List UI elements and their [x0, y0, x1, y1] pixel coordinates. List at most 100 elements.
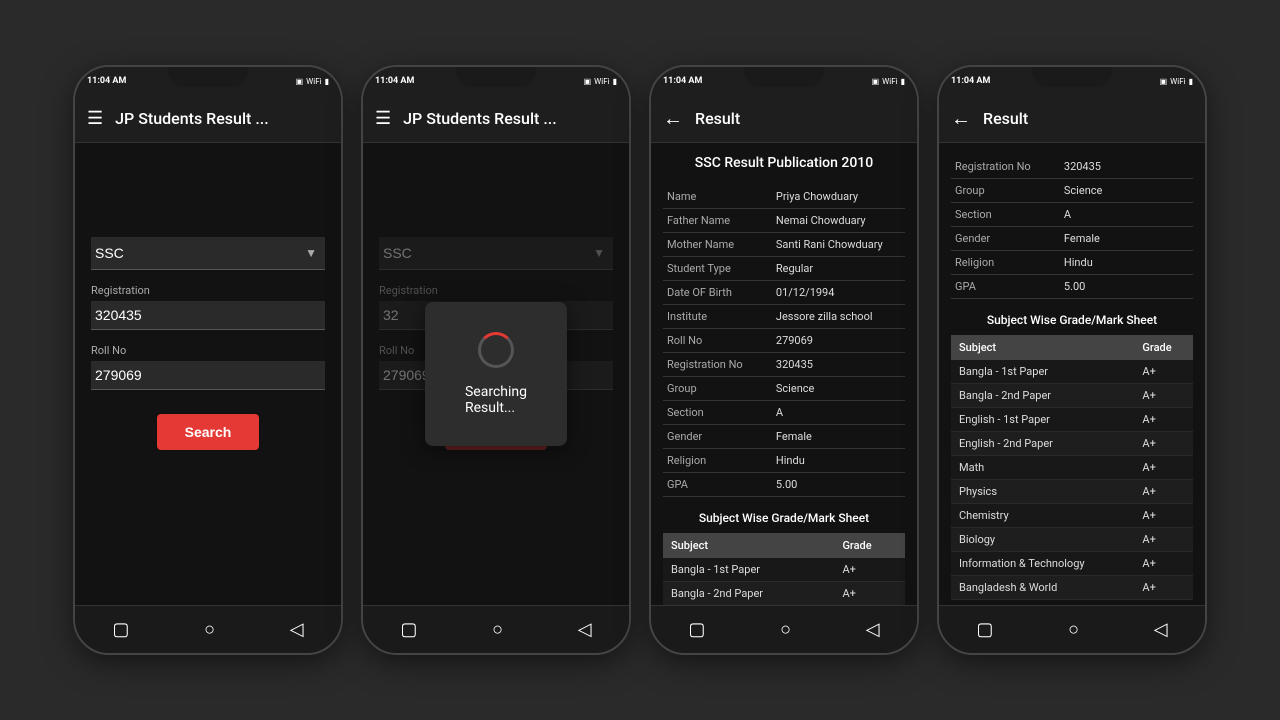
info-value: Santi Rani Chowduary	[772, 233, 905, 257]
table-row: Registration No320435	[951, 155, 1193, 179]
grade-value: A+	[1134, 456, 1193, 480]
info-value: Jessore zilla school	[772, 305, 905, 329]
app-bar-1: ☰ JP Students Result ...	[75, 95, 341, 143]
info-label: GPA	[663, 473, 772, 497]
grade-value: A+	[1134, 504, 1193, 528]
info-value: Hindu	[772, 449, 905, 473]
phone4-content: Registration No320435GroupScienceSection…	[939, 143, 1205, 605]
info-label: Group	[951, 179, 1060, 203]
roll-input-1[interactable]	[91, 361, 325, 390]
info-value: Priya Chowduary	[772, 185, 905, 209]
grade-subject: Bangla - 2nd Paper	[663, 582, 834, 606]
grade-table-4: Subject Grade Bangla - 1st PaperA+Bangla…	[951, 335, 1193, 600]
battery-icon-4: ▮	[1189, 77, 1193, 86]
searching-overlay: Searching Result...	[425, 302, 567, 446]
app-bar-3: ← Result	[651, 95, 917, 143]
table-row: English - 1st PaperA+	[951, 408, 1193, 432]
grade-col-grade-3: Grade	[834, 533, 905, 558]
exam-select-2[interactable]: SSC	[379, 237, 613, 269]
status-bar-2: 11:04 AM ▣ WiFi ▮	[363, 67, 629, 95]
status-icons-3: ▣ WiFi ▮	[872, 77, 905, 86]
bottom-nav-1: ▢ ○ ◁	[75, 605, 341, 653]
result-publication-title: SSC Result Publication 2010	[663, 155, 905, 171]
circle-nav-4[interactable]: ○	[1060, 611, 1087, 648]
back-nav-2[interactable]: ◁	[570, 611, 600, 648]
exam-select-1[interactable]: SSC HSC JSC	[91, 237, 325, 269]
table-row: English - 2nd PaperA+	[951, 432, 1193, 456]
phone-2: 11:04 AM ▣ WiFi ▮ ☰ JP Students Result .…	[361, 65, 631, 655]
exam-field-2: SSC ▼	[379, 237, 613, 270]
info-label: Roll No	[663, 329, 772, 353]
phones-container: 11:04 AM ▣ WiFi ▮ ☰ JP Students Result .…	[53, 45, 1227, 675]
table-row: Mother NameSanti Rani Chowduary	[663, 233, 905, 257]
back-icon-3[interactable]: ←	[663, 106, 683, 131]
circle-nav-3[interactable]: ○	[772, 611, 799, 648]
square-nav-2[interactable]: ▢	[392, 611, 425, 648]
wifi-icon-3: WiFi	[882, 77, 897, 86]
result-form-3: SSC Result Publication 2010 NamePriya Ch…	[651, 143, 917, 605]
square-nav-3[interactable]: ▢	[680, 611, 713, 648]
info-value: Science	[1060, 179, 1193, 203]
notification-icon: ▣	[296, 77, 304, 86]
grade-subject: Bangla - 1st Paper	[951, 360, 1134, 384]
exam-field-1: SSC HSC JSC ▼	[91, 237, 325, 270]
grade-subject: Biology	[951, 528, 1134, 552]
square-nav-4[interactable]: ▢	[968, 611, 1001, 648]
info-value: Nemai Chowduary	[772, 209, 905, 233]
grade-subject: English - 1st Paper	[951, 408, 1134, 432]
info-value: Science	[772, 377, 905, 401]
student-info-table-4: Registration No320435GroupScienceSection…	[951, 155, 1193, 299]
grade-value: A+	[1134, 528, 1193, 552]
hamburger-icon-2[interactable]: ☰	[375, 108, 391, 129]
registration-field-1: Registration	[91, 284, 325, 330]
table-row: GenderFemale	[951, 227, 1193, 251]
battery-icon-3: ▮	[901, 77, 905, 86]
info-value: 5.00	[772, 473, 905, 497]
info-value: Hindu	[1060, 251, 1193, 275]
back-nav-3[interactable]: ◁	[858, 611, 888, 648]
search-button-1[interactable]: Search	[157, 414, 260, 450]
registration-input-1[interactable]	[91, 301, 325, 330]
grade-subject: Chemistry	[951, 504, 1134, 528]
table-row: PhysicsA+	[951, 480, 1193, 504]
info-value: A	[1060, 203, 1193, 227]
info-label: Name	[663, 185, 772, 209]
grade-value: A+	[834, 558, 905, 582]
phone2-content: SSC ▼ Registration Roll No Search Sear	[363, 143, 629, 605]
app-title-1: JP Students Result ...	[115, 109, 269, 128]
info-value: 279069	[772, 329, 905, 353]
exam-select-wrapper-1[interactable]: SSC HSC JSC ▼	[91, 237, 325, 270]
back-icon-4[interactable]: ←	[951, 106, 971, 131]
wifi-icon: WiFi	[306, 77, 321, 86]
square-nav-1[interactable]: ▢	[104, 611, 137, 648]
notification-icon-3: ▣	[872, 77, 880, 86]
table-row: Information & TechnologyA+	[951, 552, 1193, 576]
circle-nav-2[interactable]: ○	[484, 611, 511, 648]
info-label: Gender	[951, 227, 1060, 251]
back-nav-4[interactable]: ◁	[1146, 611, 1176, 648]
bottom-nav-4: ▢ ○ ◁	[939, 605, 1205, 653]
status-icons-2: ▣ WiFi ▮	[584, 77, 617, 86]
grade-value: A+	[1134, 408, 1193, 432]
phone-3: 11:04 AM ▣ WiFi ▮ ← Result SSC Result Pu…	[649, 65, 919, 655]
grade-subject: Bangla - 2nd Paper	[951, 384, 1134, 408]
grade-col-subject-4: Subject	[951, 335, 1134, 360]
table-row: Bangla - 1st PaperA+	[663, 558, 905, 582]
grade-sheet-title-3: Subject Wise Grade/Mark Sheet	[663, 511, 905, 525]
phone1-content: SSC HSC JSC ▼ Registration Roll No Searc…	[75, 143, 341, 605]
exam-select-wrapper-2[interactable]: SSC ▼	[379, 237, 613, 270]
grade-value: A+	[1134, 576, 1193, 600]
table-row: SectionA	[663, 401, 905, 425]
table-row: Roll No279069	[663, 329, 905, 353]
info-label: Religion	[951, 251, 1060, 275]
back-nav-1[interactable]: ◁	[282, 611, 312, 648]
table-row: Bangla - 2nd PaperA+	[951, 384, 1193, 408]
table-row: GenderFemale	[663, 425, 905, 449]
info-value: Female	[1060, 227, 1193, 251]
table-row: SectionA	[951, 203, 1193, 227]
circle-nav-1[interactable]: ○	[196, 611, 223, 648]
table-row: GroupScience	[663, 377, 905, 401]
info-label: Gender	[663, 425, 772, 449]
hamburger-icon-1[interactable]: ☰	[87, 108, 103, 129]
table-row: Date OF Birth01/12/1994	[663, 281, 905, 305]
